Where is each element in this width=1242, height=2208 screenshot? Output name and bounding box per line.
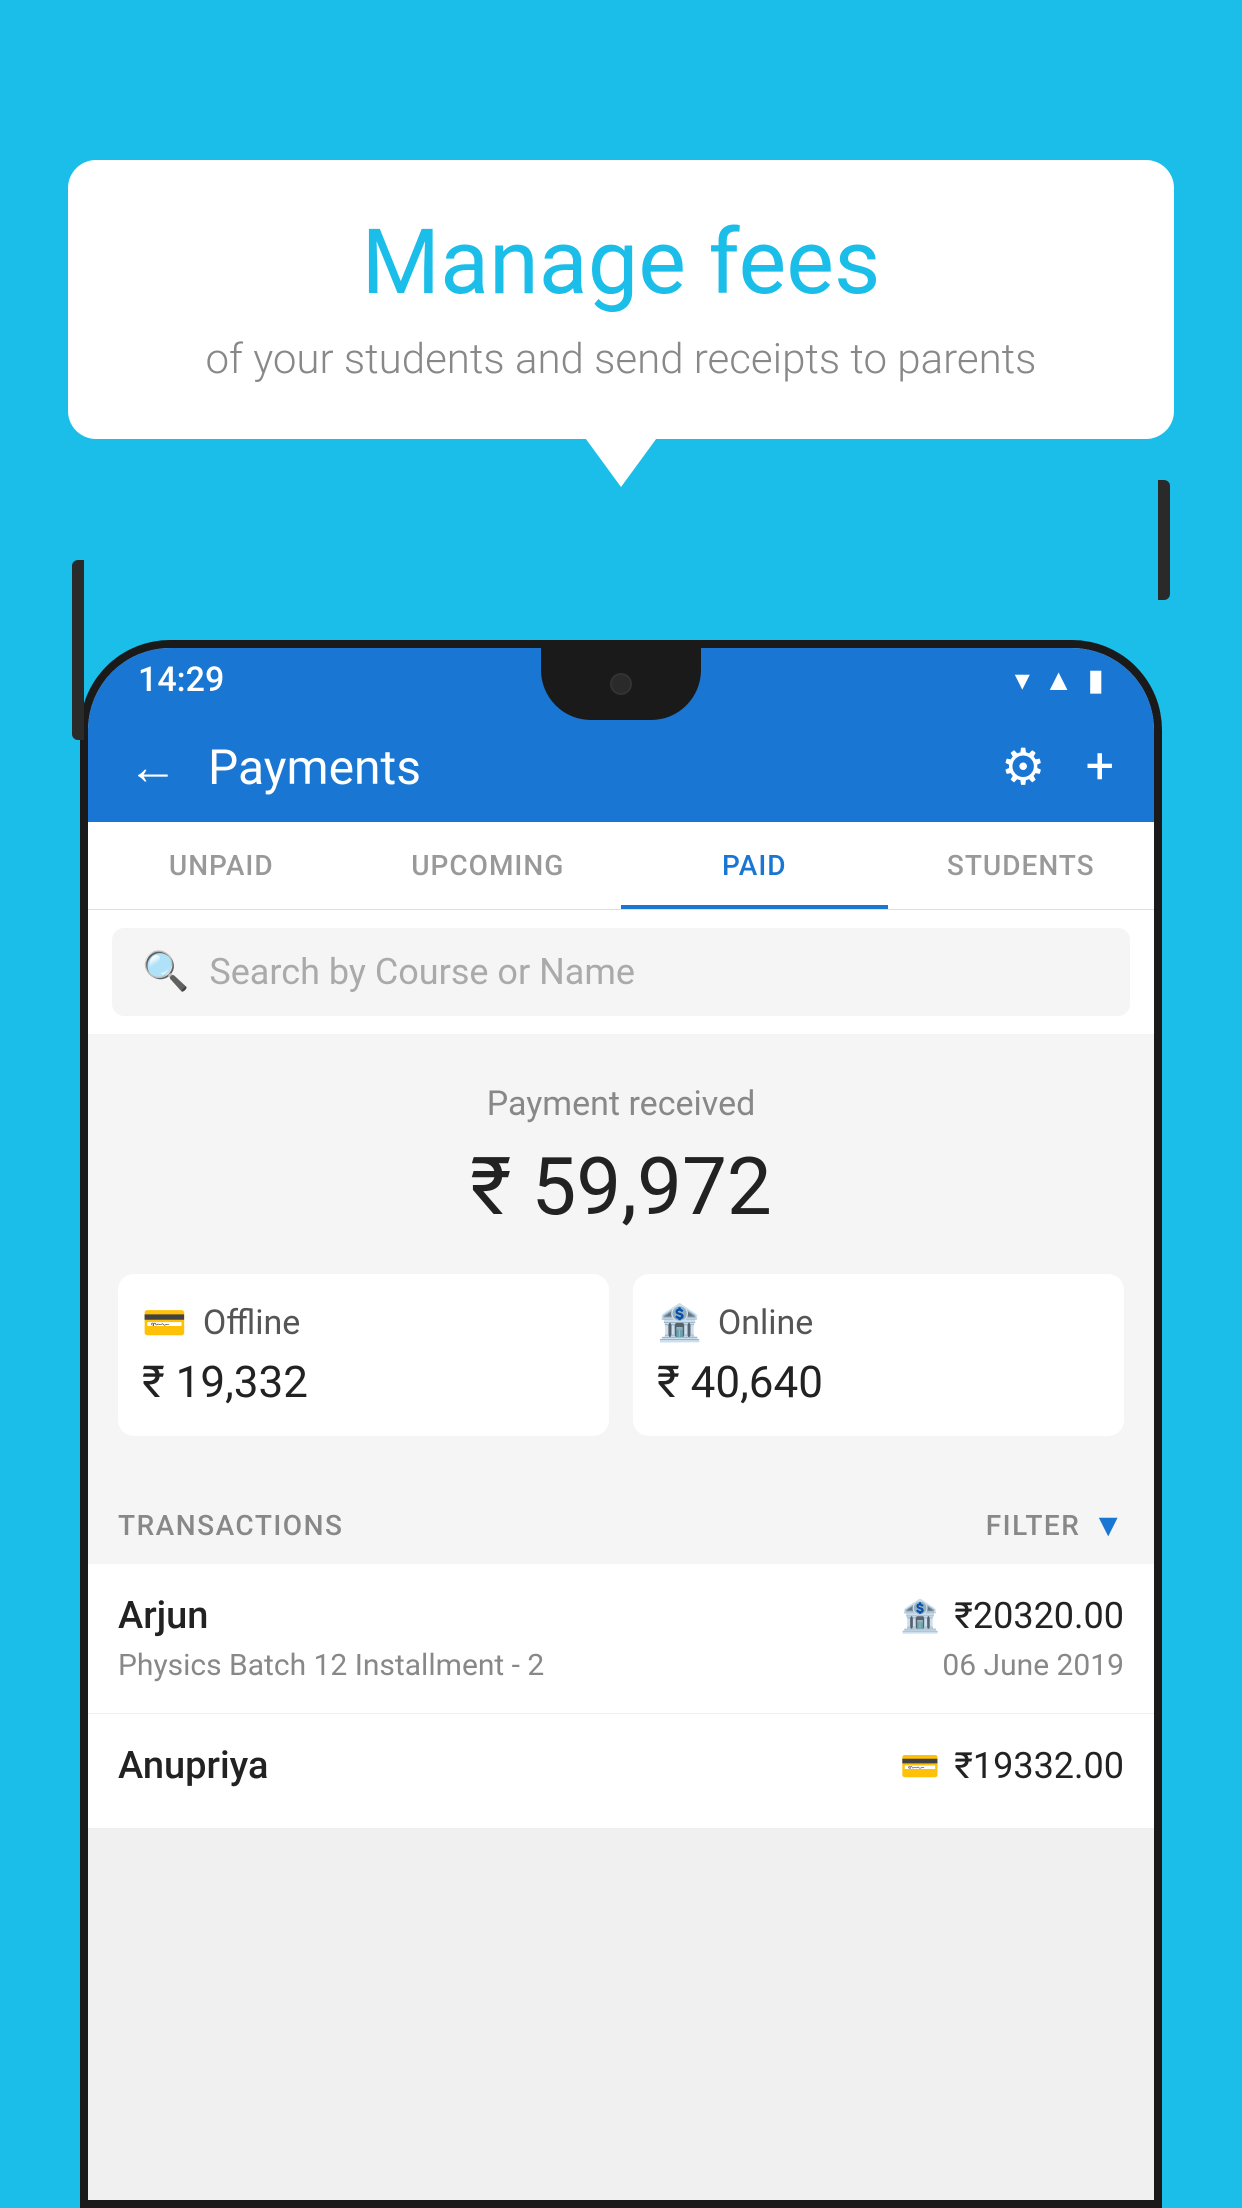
search-input[interactable]: Search by Course or Name <box>209 951 635 993</box>
back-button[interactable]: ← <box>128 738 178 797</box>
transaction-row[interactable]: Arjun 🏦 ₹20320.00 Physics Batch 12 Insta… <box>88 1564 1154 1714</box>
status-time: 14:29 <box>138 660 224 700</box>
signal-icon: ▲ <box>1044 663 1074 698</box>
speech-bubble: Manage fees of your students and send re… <box>68 160 1174 439</box>
search-icon: 🔍 <box>142 950 189 994</box>
app-bar: ← Payments ⚙ + <box>88 712 1154 822</box>
camera <box>610 673 632 695</box>
tabs-bar: UNPAID UPCOMING PAID STUDENTS <box>88 822 1154 910</box>
settings-button[interactable]: ⚙ <box>1001 738 1046 797</box>
wifi-icon: ▾ <box>1015 663 1030 698</box>
transaction-amount-2: ₹19332.00 <box>954 1745 1124 1787</box>
battery-icon: ▮ <box>1087 663 1104 698</box>
transaction-type-icon-2: 💳 <box>900 1747 940 1785</box>
app-bar-actions: ⚙ + <box>1001 738 1114 797</box>
online-card-header: 🏦 Online <box>657 1302 1100 1344</box>
transaction-course-1: Physics Batch 12 Installment - 2 <box>118 1648 544 1683</box>
add-button[interactable]: + <box>1086 738 1114 796</box>
speech-bubble-subtitle: of your students and send receipts to pa… <box>128 335 1114 384</box>
phone-notch <box>541 648 701 720</box>
online-label: Online <box>718 1303 814 1343</box>
tab-unpaid[interactable]: UNPAID <box>88 822 355 909</box>
transactions-header: TRANSACTIONS FILTER ▼ <box>88 1476 1154 1564</box>
status-icons: ▾ ▲ ▮ <box>1015 663 1104 698</box>
app-bar-title: Payments <box>208 739 1001 796</box>
transaction-top-2: Anupriya 💳 ₹19332.00 <box>118 1744 1124 1788</box>
payment-total-amount: ₹ 59,972 <box>118 1140 1124 1234</box>
offline-card: 💳 Offline ₹ 19,332 <box>118 1274 609 1436</box>
search-box[interactable]: 🔍 Search by Course or Name <box>112 928 1130 1016</box>
transactions-label: TRANSACTIONS <box>118 1509 343 1542</box>
offline-icon: 💳 <box>142 1302 187 1344</box>
payment-received-label: Payment received <box>118 1084 1124 1124</box>
transaction-name-2: Anupriya <box>118 1744 268 1788</box>
transaction-bottom-1: Physics Batch 12 Installment - 2 06 June… <box>118 1648 1124 1683</box>
speech-bubble-title: Manage fees <box>128 210 1114 315</box>
transaction-name-1: Arjun <box>118 1594 208 1638</box>
phone-frame: 14:29 ▾ ▲ ▮ ← Payments ⚙ + UNPAID UPCOMI… <box>80 640 1162 2208</box>
transaction-type-icon-1: 🏦 <box>900 1597 940 1635</box>
online-icon: 🏦 <box>657 1302 702 1344</box>
transaction-row-2[interactable]: Anupriya 💳 ₹19332.00 <box>88 1714 1154 1829</box>
tab-students[interactable]: STUDENTS <box>888 822 1155 909</box>
online-amount: ₹ 40,640 <box>657 1356 1100 1408</box>
transaction-amount-area-2: 💳 ₹19332.00 <box>900 1745 1124 1787</box>
payment-summary: Payment received ₹ 59,972 💳 Offline ₹ 19… <box>88 1034 1154 1476</box>
transaction-amount-area-1: 🏦 ₹20320.00 <box>900 1595 1124 1637</box>
payment-cards: 💳 Offline ₹ 19,332 🏦 Online ₹ 40,640 <box>118 1274 1124 1436</box>
search-container: 🔍 Search by Course or Name <box>88 910 1154 1034</box>
filter-icon: ▼ <box>1092 1506 1124 1544</box>
online-card: 🏦 Online ₹ 40,640 <box>633 1274 1124 1436</box>
transaction-amount-1: ₹20320.00 <box>954 1595 1124 1637</box>
volume-button <box>72 560 84 740</box>
filter-label: FILTER <box>986 1509 1081 1542</box>
filter-area[interactable]: FILTER ▼ <box>986 1506 1124 1544</box>
transaction-top-1: Arjun 🏦 ₹20320.00 <box>118 1594 1124 1638</box>
offline-label: Offline <box>203 1303 300 1343</box>
tab-upcoming[interactable]: UPCOMING <box>355 822 622 909</box>
tab-paid[interactable]: PAID <box>621 822 888 909</box>
offline-card-header: 💳 Offline <box>142 1302 585 1344</box>
power-button <box>1158 480 1170 600</box>
transaction-date-1: 06 June 2019 <box>942 1648 1124 1683</box>
offline-amount: ₹ 19,332 <box>142 1356 585 1408</box>
phone-screen: 14:29 ▾ ▲ ▮ ← Payments ⚙ + UNPAID UPCOMI… <box>88 648 1154 2200</box>
